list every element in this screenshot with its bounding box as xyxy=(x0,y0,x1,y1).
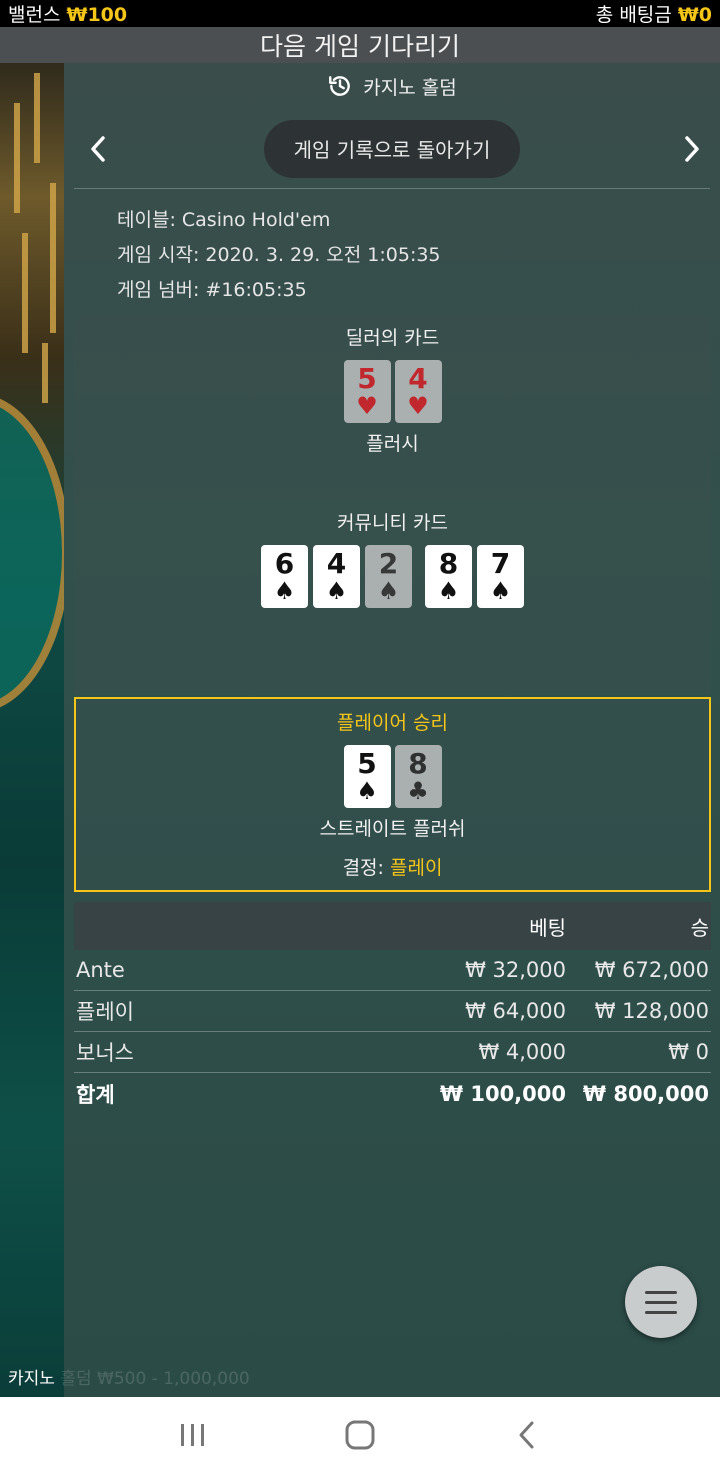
bet-column-header: 베팅 xyxy=(529,915,566,940)
number-label: 게임 넘버: xyxy=(117,279,200,301)
table-row: 보너스 ₩ 4,000 ₩ 0 xyxy=(74,1032,711,1073)
bet-name: Ante xyxy=(76,958,125,982)
spade-icon: ♠ xyxy=(489,577,512,605)
community-card-5: 7 ♠ xyxy=(477,545,524,608)
table-info: 테이블: Casino Hold'em xyxy=(117,203,720,238)
chevron-left-icon xyxy=(91,136,105,162)
dealer-card-2: 4 ♥ xyxy=(394,360,442,423)
total-label: 합계 xyxy=(76,1082,115,1107)
total-bet-label: 총 배팅금 xyxy=(595,4,672,26)
start-info: 게임 시작: 2020. 3. 29. 오전 1:05:35 xyxy=(117,238,720,273)
game-status-title: 다음 게임 기다리기 xyxy=(0,27,720,63)
bet-name: 플레이 xyxy=(76,1000,134,1024)
community-label: 커뮤니티 카드 xyxy=(337,512,448,534)
table-caption: 카지노 홀덤 ₩500 - 1,000,000 xyxy=(8,1364,250,1389)
status-bar: 밸런스 ₩100 총 배팅금 ₩0 xyxy=(0,0,720,27)
community-card-1: 6 ♠ xyxy=(261,545,308,608)
card-rank: 8 xyxy=(438,547,459,580)
club-icon: ♣ xyxy=(407,777,429,805)
card-rank: 5 xyxy=(357,747,377,780)
game-info: 테이블: Casino Hold'em 게임 시작: 2020. 3. 29. … xyxy=(64,189,720,308)
dealer-hand: 플러시 xyxy=(366,433,419,455)
table-value: Casino Hold'em xyxy=(181,209,331,231)
bet-table: 베팅 승 Ante ₩ 32,000 ₩ 672,000 플레이 ₩ 64,00… xyxy=(74,902,711,1114)
recent-apps-icon[interactable] xyxy=(163,1421,223,1457)
panel-title: 카지노 홀덤 xyxy=(363,76,457,99)
back-icon[interactable] xyxy=(497,1420,557,1458)
number-info: 게임 넘버: #16:05:35 xyxy=(117,273,720,308)
dealer-label: 딜러의 카드 xyxy=(345,327,440,349)
number-value: #16:05:35 xyxy=(205,279,307,301)
dealer-card-1: 5 ♥ xyxy=(343,360,391,423)
community-card-2: 4 ♠ xyxy=(313,545,360,608)
table-label: 테이블: xyxy=(117,209,176,231)
bet-table-header: 베팅 승 xyxy=(74,902,711,950)
total-bet: 총 배팅금 ₩0 xyxy=(596,0,712,27)
community-card-4: 8 ♠ xyxy=(425,545,472,608)
card-rank: 4 xyxy=(408,362,428,395)
decision-label: 결정: xyxy=(342,857,384,879)
card-rank: 4 xyxy=(326,547,347,580)
background-scene xyxy=(0,63,64,1397)
table-row: Ante ₩ 32,000 ₩ 672,000 xyxy=(74,950,711,991)
player-card-1: 5 ♠ xyxy=(343,745,391,808)
card-rank: 8 xyxy=(408,747,428,780)
win-amount: ₩ 0 xyxy=(668,1040,709,1064)
bet-amount: ₩ 64,000 xyxy=(465,999,566,1023)
total-win: ₩ 800,000 xyxy=(582,1081,709,1106)
spade-icon: ♠ xyxy=(437,577,460,605)
total-bet: ₩ 100,000 xyxy=(439,1081,566,1106)
spade-icon: ♠ xyxy=(325,577,348,605)
balance-value: ₩100 xyxy=(66,4,128,26)
previous-game-button[interactable] xyxy=(80,131,116,167)
decision-value: 플레이 xyxy=(389,857,443,879)
player-decision: 결정: 플레이 xyxy=(76,853,709,880)
win-amount: ₩ 672,000 xyxy=(594,958,709,982)
heart-icon: ♥ xyxy=(407,392,429,420)
start-value: 2020. 3. 29. 오전 1:05:35 xyxy=(205,244,441,266)
win-column-header: 승 xyxy=(690,915,709,940)
table-row: 플레이 ₩ 64,000 ₩ 128,000 xyxy=(74,991,711,1032)
start-label: 게임 시작: xyxy=(117,244,200,266)
bet-amount: ₩ 4,000 xyxy=(478,1040,566,1064)
spade-icon: ♠ xyxy=(356,777,378,805)
balance-label: 밸런스 xyxy=(8,4,61,26)
table-caption-name: 카지노 xyxy=(8,1369,55,1389)
heart-icon: ♥ xyxy=(356,392,378,420)
dealer-section: 딜러의 카드 5 ♥ 4 ♥ 플러시 xyxy=(74,315,711,456)
win-amount: ₩ 128,000 xyxy=(594,999,709,1023)
game-history-panel: 카지노 홀덤 게임 기록으로 돌아가기 테이블: Casino Hold'em … xyxy=(64,63,720,1397)
card-rank: 6 xyxy=(274,547,295,580)
community-cards: 6 ♠ 4 ♠ 2 ♠ 8 ♠ 7 ♠ xyxy=(74,545,711,608)
player-hand: 스트레이트 플러쉬 xyxy=(319,818,466,840)
table-caption-limits: 홀덤 ₩500 - 1,000,000 xyxy=(60,1369,250,1389)
total-row: 합계 ₩ 100,000 ₩ 800,000 xyxy=(74,1073,711,1114)
player-cards: 5 ♠ 8 ♣ xyxy=(76,745,709,808)
home-icon[interactable] xyxy=(330,1419,390,1459)
player-result-title: 플레이어 승리 xyxy=(337,712,448,734)
community-card-3: 2 ♠ xyxy=(365,545,412,608)
balance: 밸런스 ₩100 xyxy=(8,0,127,27)
card-rank: 5 xyxy=(357,362,377,395)
back-to-history-button[interactable]: 게임 기록으로 돌아가기 xyxy=(263,119,521,178)
bet-amount: ₩ 32,000 xyxy=(465,958,566,982)
total-bet-value: ₩0 xyxy=(677,4,712,26)
card-rank: 7 xyxy=(490,547,511,580)
community-section: 커뮤니티 카드 6 ♠ 4 ♠ 2 ♠ 8 ♠ 7 ♠ xyxy=(74,508,711,608)
spade-icon: ♠ xyxy=(273,577,296,605)
card-rank: 2 xyxy=(378,547,399,580)
panel-header: 카지노 홀덤 xyxy=(64,63,720,109)
android-nav-bar xyxy=(0,1397,720,1480)
next-game-button[interactable] xyxy=(674,131,710,167)
history-navigation: 게임 기록으로 돌아가기 xyxy=(74,109,710,189)
card-board: 딜러의 카드 5 ♥ 4 ♥ 플러시 커뮤니티 카드 6 ♠ 4 ♠ 2 ♠ 8… xyxy=(74,315,711,695)
chevron-right-icon xyxy=(685,136,699,162)
spade-icon: ♠ xyxy=(377,577,400,605)
player-card-2: 8 ♣ xyxy=(394,745,442,808)
player-result-box: 플레이어 승리 5 ♠ 8 ♣ 스트레이트 플러쉬 결정: 플레이 xyxy=(74,697,711,892)
bet-name: 보너스 xyxy=(76,1041,134,1065)
history-icon xyxy=(329,76,351,96)
dealer-cards: 5 ♥ 4 ♥ xyxy=(74,360,711,423)
hamburger-menu-icon[interactable] xyxy=(625,1266,697,1338)
